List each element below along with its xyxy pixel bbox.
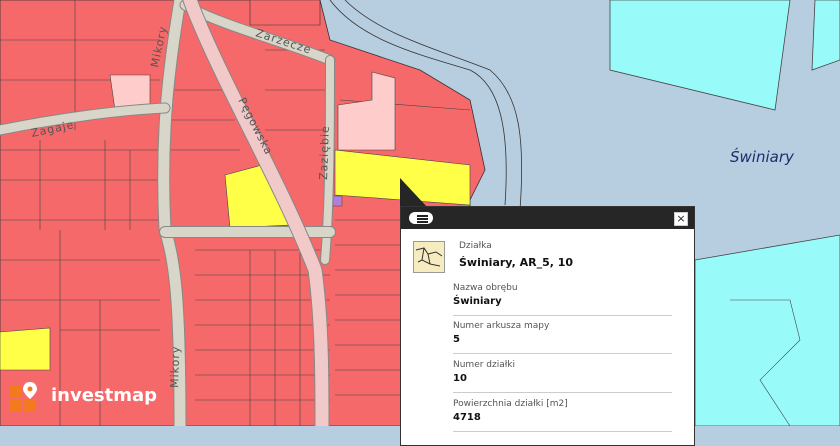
popup-title-label: Działka <box>459 241 492 251</box>
field-value: Świniary <box>453 296 502 307</box>
field-label: Numer działki <box>453 360 516 370</box>
popup-header: × <box>401 207 694 229</box>
parcel-info-popup: × Działka Świniary, AR_5, 10 Nazwa obręb… <box>400 206 695 446</box>
popup-pointer <box>400 178 428 208</box>
parcel-icon <box>413 241 445 273</box>
meadow-area <box>811 0 840 71</box>
parcel-yellow <box>0 327 51 371</box>
field-precinct-name: Nazwa obrębu Świniary <box>453 281 672 316</box>
list-icon[interactable] <box>409 212 433 224</box>
field-label: Numer arkusza mapy <box>453 321 550 331</box>
logo-text: investmap <box>51 385 158 406</box>
popup-title-value: Świniary, AR_5, 10 <box>459 256 574 269</box>
street-label: Zaziębie <box>317 125 332 180</box>
street-label: Mikory <box>168 345 182 388</box>
field-label: Nazwa obrębu <box>453 283 518 293</box>
meadow-area <box>694 234 840 426</box>
close-icon[interactable]: × <box>674 212 688 226</box>
logo-icon <box>9 382 37 412</box>
field-label: Powierzchnia działki [m2] <box>453 399 568 409</box>
field-value: 5 <box>453 334 460 345</box>
parcel <box>249 0 321 26</box>
field-value: 4718 <box>453 412 481 423</box>
small-parcel <box>332 195 343 207</box>
place-label: Świniary <box>730 147 795 166</box>
popup-title-block: Działka Świniary, AR_5, 10 <box>413 241 682 281</box>
investmap-logo: investmap <box>9 382 157 414</box>
field-map-sheet-number: Numer arkusza mapy 5 <box>453 319 672 354</box>
field-parcel-number: Numer działki 10 <box>453 358 672 393</box>
field-parcel-area: Powierzchnia działki [m2] 4718 <box>453 397 672 432</box>
field-value: 10 <box>453 373 467 384</box>
